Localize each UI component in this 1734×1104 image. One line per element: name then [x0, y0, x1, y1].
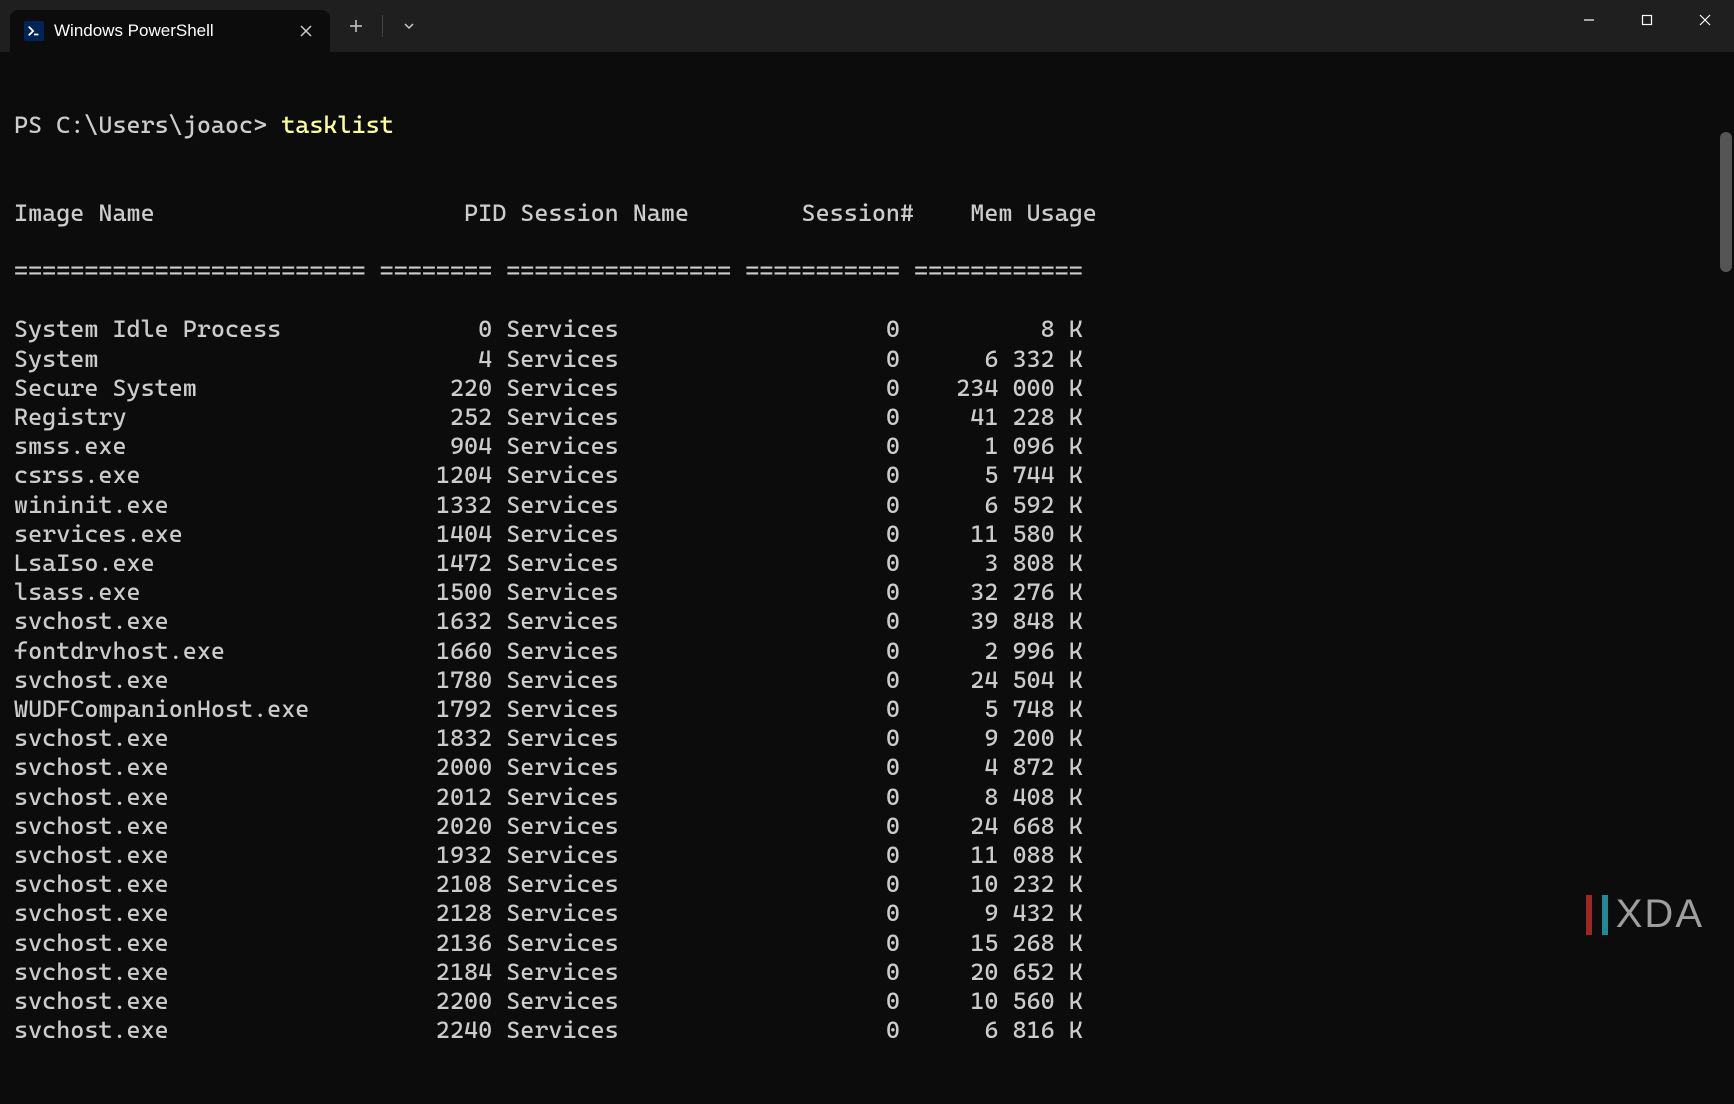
- table-row: svchost.exe 2128 Services 0 9 432 K: [14, 899, 1720, 928]
- prompt-command: tasklist: [281, 111, 394, 139]
- table-rows: System Idle Process 0 Services 0 8 KSyst…: [14, 315, 1720, 1045]
- tab-close-button[interactable]: [294, 19, 318, 43]
- minimize-icon: [1583, 14, 1595, 26]
- maximize-button[interactable]: [1618, 0, 1676, 40]
- table-row: Secure System 220 Services 0 234 000 K: [14, 374, 1720, 403]
- maximize-icon: [1641, 14, 1653, 26]
- minimize-button[interactable]: [1560, 0, 1618, 40]
- table-row: smss.exe 904 Services 0 1 096 K: [14, 432, 1720, 461]
- table-row: svchost.exe 2020 Services 0 24 668 K: [14, 812, 1720, 841]
- table-row: services.exe 1404 Services 0 11 580 K: [14, 520, 1720, 549]
- close-icon: [300, 25, 312, 37]
- tab-dropdown-button[interactable]: [389, 6, 429, 46]
- table-row: svchost.exe 1632 Services 0 39 848 K: [14, 607, 1720, 636]
- tab-title: Windows PowerShell: [54, 21, 214, 41]
- table-row: svchost.exe 1832 Services 0 9 200 K: [14, 724, 1720, 753]
- xda-logo-icon: [1586, 895, 1608, 935]
- close-icon: [1699, 14, 1711, 26]
- window-controls: [1560, 0, 1734, 40]
- titlebar: Windows PowerShell: [0, 0, 1734, 52]
- table-row: Registry 252 Services 0 41 228 K: [14, 403, 1720, 432]
- prompt-prefix: PS C:\Users\joaoc>: [14, 111, 281, 139]
- table-row: svchost.exe 1932 Services 0 11 088 K: [14, 841, 1720, 870]
- table-header: Image Name PID Session Name Session# Mem…: [14, 199, 1720, 228]
- plus-icon: [349, 19, 363, 33]
- table-row: WUDFCompanionHost.exe 1792 Services 0 5 …: [14, 695, 1720, 724]
- table-row: svchost.exe 2136 Services 0 15 268 K: [14, 929, 1720, 958]
- table-row: svchost.exe 2000 Services 0 4 872 K: [14, 753, 1720, 782]
- table-row: wininit.exe 1332 Services 0 6 592 K: [14, 491, 1720, 520]
- scrollbar-thumb[interactable]: [1720, 132, 1732, 272]
- table-row: svchost.exe 2108 Services 0 10 232 K: [14, 870, 1720, 899]
- titlebar-actions: [336, 0, 429, 52]
- chevron-down-icon: [403, 20, 415, 32]
- watermark-text: XDA: [1616, 892, 1704, 937]
- table-row: lsass.exe 1500 Services 0 32 276 K: [14, 578, 1720, 607]
- prompt-line: PS C:\Users\joaoc> tasklist: [14, 111, 1720, 140]
- table-row: fontdrvhost.exe 1660 Services 0 2 996 K: [14, 637, 1720, 666]
- table-row: svchost.exe 1780 Services 0 24 504 K: [14, 666, 1720, 695]
- table-row: svchost.exe 2240 Services 0 6 816 K: [14, 1016, 1720, 1045]
- table-row: svchost.exe 2184 Services 0 20 652 K: [14, 958, 1720, 987]
- table-row: svchost.exe 2012 Services 0 8 408 K: [14, 783, 1720, 812]
- table-separator: ========================= ======== =====…: [14, 257, 1720, 286]
- terminal-output[interactable]: PS C:\Users\joaoc> tasklist Image Name P…: [0, 52, 1734, 957]
- table-row: System Idle Process 0 Services 0 8 K: [14, 315, 1720, 344]
- new-tab-button[interactable]: [336, 6, 376, 46]
- divider: [382, 15, 383, 37]
- table-row: System 4 Services 0 6 332 K: [14, 345, 1720, 374]
- table-row: LsaIso.exe 1472 Services 0 3 808 K: [14, 549, 1720, 578]
- close-window-button[interactable]: [1676, 0, 1734, 40]
- tab-powershell[interactable]: Windows PowerShell: [10, 10, 330, 52]
- watermark: XDA: [1586, 892, 1704, 937]
- table-row: svchost.exe 2200 Services 0 10 560 K: [14, 987, 1720, 1016]
- table-row: csrss.exe 1204 Services 0 5 744 K: [14, 461, 1720, 490]
- powershell-icon: [24, 21, 44, 41]
